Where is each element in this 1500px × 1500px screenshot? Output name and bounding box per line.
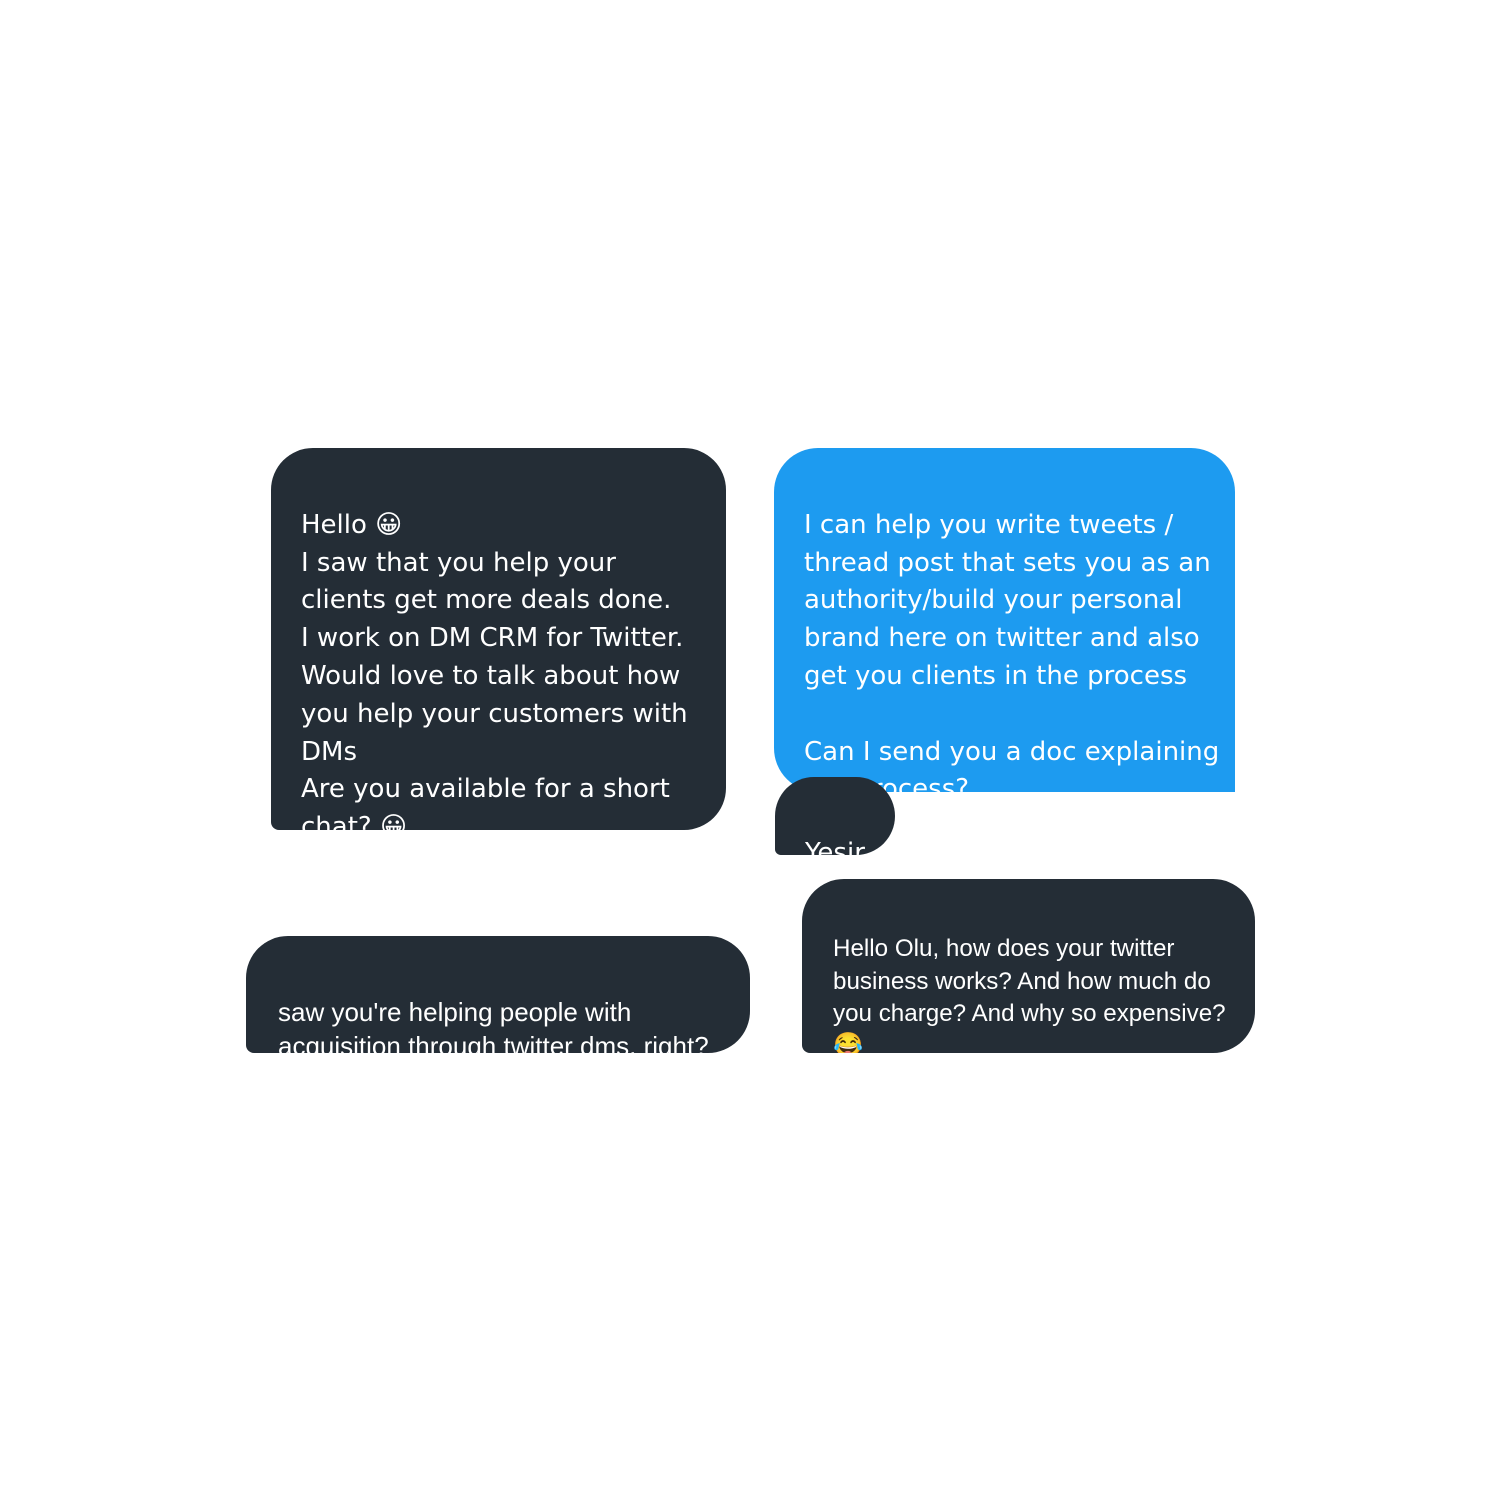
received-message-bubble: Hello Olu, how does your twitter busines… — [802, 879, 1255, 1053]
received-message-bubble: Hello 😀 I saw that you help your clients… — [271, 448, 726, 830]
dm-screenshot-collage: Hello 😀 I saw that you help your clients… — [0, 0, 1500, 1500]
message-text: saw you're helping people with acquisiti… — [278, 997, 709, 1053]
message-text: Yesir — [805, 837, 865, 855]
sent-message-bubble: I can help you write tweets / thread pos… — [774, 448, 1235, 792]
message-text: I can help you write tweets / thread pos… — [804, 509, 1220, 792]
message-text: Hello 😀 I saw that you help your clients… — [301, 509, 688, 830]
received-message-bubble: saw you're helping people with acquisiti… — [246, 936, 750, 1053]
message-text: Hello Olu, how does your twitter busines… — [833, 935, 1226, 1053]
received-message-bubble: Yesir — [775, 777, 895, 855]
